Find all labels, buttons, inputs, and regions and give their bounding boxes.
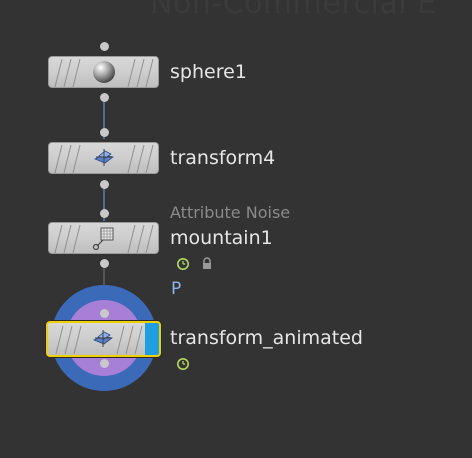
- node-bar-stripe: [127, 59, 136, 87]
- input-connector[interactable]: [100, 309, 109, 318]
- attribute-noise-icon: [92, 227, 114, 251]
- node-transform-animated[interactable]: [46, 321, 161, 357]
- node-bar-stripe: [72, 59, 81, 87]
- node-bar-stripe: [145, 59, 154, 87]
- input-connector[interactable]: [100, 209, 109, 218]
- node-name-transform4[interactable]: transform4: [170, 147, 275, 169]
- node-bar-stripe: [63, 145, 72, 173]
- lock-icon[interactable]: [200, 256, 214, 270]
- time-dependent-icon: [177, 258, 189, 270]
- node-bar-stripe: [73, 326, 82, 354]
- node-bar-stripe: [116, 326, 125, 354]
- attribute-hint: P: [171, 279, 182, 299]
- node-bar-stripe: [136, 225, 145, 253]
- node-name-mountain1[interactable]: mountain1: [170, 227, 273, 249]
- node-bar-stripe: [145, 145, 154, 173]
- node-bar-stripe: [145, 225, 154, 253]
- node-bar-stripe: [72, 145, 81, 173]
- transform-icon: [93, 330, 113, 347]
- node-bar-stripe: [64, 326, 73, 354]
- node-type-label: Attribute Noise: [170, 203, 291, 222]
- output-connector[interactable]: [100, 259, 109, 268]
- node-bar-stripe: [72, 225, 81, 253]
- node-bar-stripe: [55, 326, 64, 354]
- node-bar-stripe: [54, 59, 63, 87]
- node-bar-stripe: [54, 145, 63, 173]
- node-name-sphere1[interactable]: sphere1: [170, 61, 247, 83]
- display-flag[interactable]: [145, 323, 159, 355]
- node-bar-stripe: [136, 145, 145, 173]
- node-bar-stripe: [127, 225, 136, 253]
- node-transform4[interactable]: [48, 142, 159, 174]
- node-name-transform-animated[interactable]: transform_animated: [170, 327, 363, 349]
- output-connector[interactable]: [100, 359, 109, 368]
- node-bar-stripe: [54, 225, 63, 253]
- node-sphere1[interactable]: [48, 56, 159, 88]
- transform-icon: [94, 149, 114, 166]
- node-bar-stripe: [125, 326, 134, 354]
- node-bar-stripe: [134, 326, 143, 354]
- sphere-icon: [93, 61, 115, 83]
- node-bar-stripe: [127, 145, 136, 173]
- time-dependent-icon: [177, 358, 189, 370]
- input-connector[interactable]: [100, 42, 109, 51]
- node-mountain1[interactable]: [48, 222, 159, 254]
- node-bar-stripe: [63, 59, 72, 87]
- node-bar-stripe: [63, 225, 72, 253]
- input-connector[interactable]: [100, 128, 109, 137]
- node-bar-stripe: [136, 59, 145, 87]
- output-connector[interactable]: [100, 180, 109, 189]
- output-connector[interactable]: [100, 93, 109, 102]
